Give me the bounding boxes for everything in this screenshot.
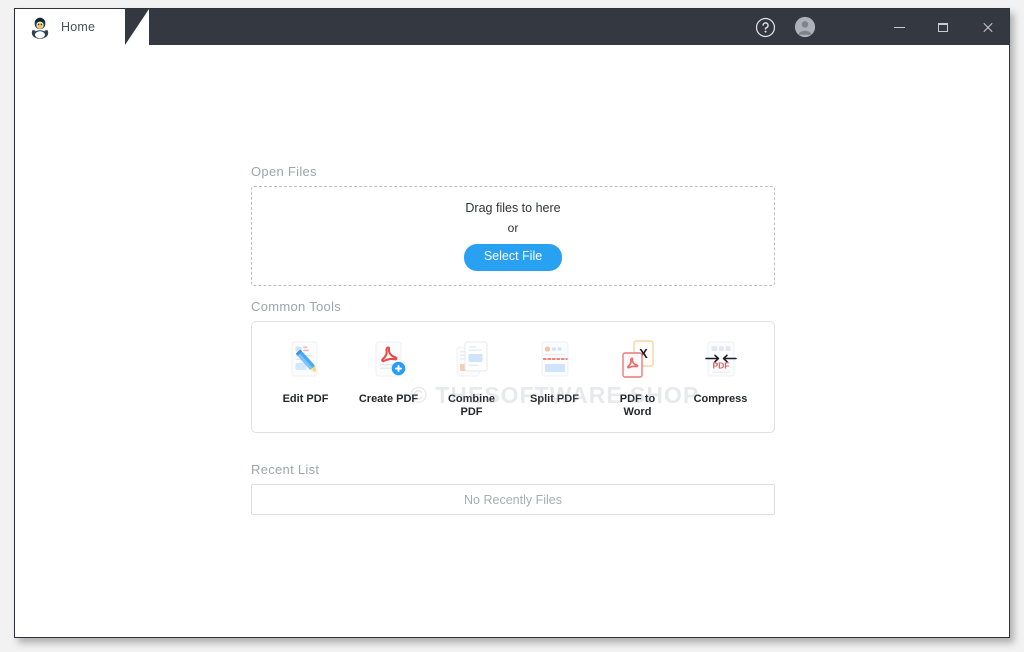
recent-list-section: Recent List No Recently Files [251,462,775,515]
tab-home[interactable]: Home [15,9,149,45]
edit-pdf-icon [284,338,328,384]
common-tools-box: Edit PDF Create PDF Combine PDF Split PD… [251,321,775,433]
minimize-button[interactable] [877,9,921,45]
tool-label: PDF to Word [620,393,655,418]
tool-label: Split PDF [530,393,579,405]
help-icon[interactable] [745,9,785,45]
dropzone-or-text: or [507,221,519,236]
maximize-button[interactable] [921,9,965,45]
tool-split-pdf[interactable]: Split PDF [516,338,594,406]
svg-text:PDF: PDF [712,361,729,371]
tab-home-label: Home [61,20,96,34]
close-glyph [982,22,993,33]
file-dropzone[interactable]: Drag files to here or Select File [251,186,775,286]
tool-label-line2: PDF [460,405,483,418]
main-content: Open Files Drag files to here or Select … [15,45,1009,637]
title-bar: Home [15,9,1009,45]
tool-create-pdf[interactable]: Create PDF [350,338,428,406]
tool-label-line1: Combine [447,393,496,405]
maximize-glyph [938,22,948,32]
recent-list-label: Recent List [251,462,320,477]
penguin-logo-icon [29,15,51,39]
recent-list-empty-text: No Recently Files [464,492,562,507]
common-tools-label: Common Tools [251,299,342,314]
select-file-button[interactable]: Select File [463,244,563,271]
tool-pdf-to-word[interactable]: X PDF to Word [599,338,677,418]
open-files-label: Open Files [251,164,317,179]
tool-edit-pdf[interactable]: Edit PDF [267,338,345,406]
account-avatar-icon[interactable] [785,9,825,45]
tool-label-line2: Word [623,405,652,418]
desktop-backdrop: Home Open Files Drag files to here or Se… [0,0,1024,652]
common-tools-section: Common Tools Edit PDF Create PDF Combine… [251,299,775,433]
titlebar-actions [745,9,1009,45]
recent-list-box[interactable]: No Recently Files [251,484,775,515]
titlebar-spacer [125,9,745,45]
tool-label: Create PDF [358,393,419,405]
combine-pdf-icon [450,338,494,384]
dropzone-drag-text: Drag files to here [465,201,561,216]
compress-pdf-icon: PDF [699,338,743,384]
close-button[interactable] [965,9,1009,45]
minimize-glyph [893,26,905,28]
application-window: Home Open Files Drag files to here or Se… [14,8,1010,638]
tool-label-line1: PDF to [619,393,656,405]
tool-compress-pdf[interactable]: PDF Compress [682,338,760,406]
split-pdf-icon [533,338,577,384]
tool-combine-pdf[interactable]: Combine PDF [433,338,511,418]
create-pdf-icon [367,338,411,384]
tool-label: Edit PDF [282,393,329,405]
tool-label: Combine PDF [448,393,495,418]
pdf-to-word-icon: X [616,338,660,384]
open-files-section: Open Files Drag files to here or Select … [251,164,775,286]
tool-label: Compress [693,393,748,405]
